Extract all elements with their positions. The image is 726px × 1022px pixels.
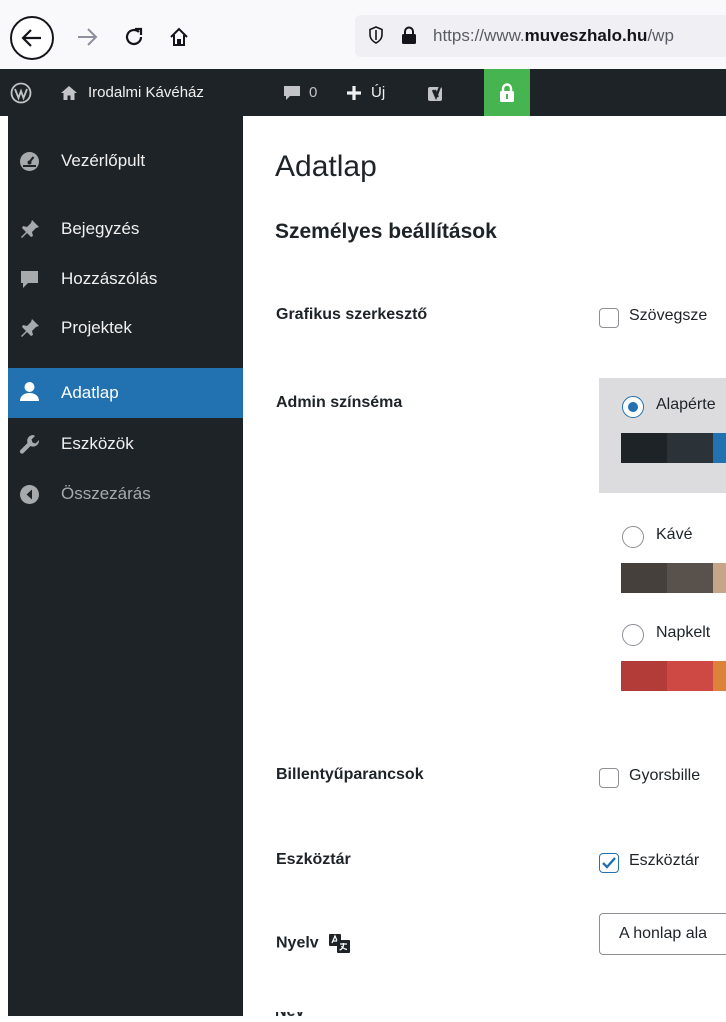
sidebar-item-profile[interactable]: Adatlap [0, 368, 243, 418]
page-title: Adatlap [275, 150, 377, 183]
pin-icon [19, 318, 40, 339]
home-icon [170, 27, 188, 46]
toolbar-option: Eszköztár [629, 852, 700, 869]
dashboard-icon [19, 151, 40, 172]
arrow-left-icon [21, 29, 41, 47]
yoast-seo-menu[interactable] [427, 69, 449, 116]
wordpress-icon [10, 82, 32, 103]
scheme-radio[interactable] [622, 624, 644, 646]
profile-page: Adatlap Személyes beállítások Grafikus s… [243, 116, 726, 1021]
swatch [667, 433, 713, 463]
lock-icon[interactable] [401, 26, 417, 44]
scheme-name: Napkelt [656, 624, 711, 641]
reload-button[interactable] [119, 22, 149, 52]
url-text: https://www.muveszhalo.hu/wp [433, 26, 674, 45]
language-select[interactable]: A honlap ala [599, 913, 726, 955]
shield-icon[interactable] [369, 26, 383, 44]
window-frame-left [0, 116, 8, 1021]
browser-toolbar: https://www.muveszhalo.hu/wp [0, 0, 726, 70]
sidebar-item-dashboard[interactable]: Vezérlőpult [0, 138, 243, 184]
keyboard-shortcuts-checkbox[interactable] [599, 768, 619, 788]
sidebar-item-posts[interactable]: Bejegyzés [0, 206, 243, 252]
pin-icon [19, 219, 40, 240]
wrench-icon [19, 434, 40, 455]
visual-editor-option: Szövegsze [629, 307, 708, 324]
comment-icon [19, 269, 40, 290]
new-label: Új [371, 84, 386, 101]
swatch [713, 433, 726, 463]
back-button[interactable] [10, 16, 54, 60]
sidebar-item-label: Összezárás [61, 484, 151, 503]
toolbar-checkbox[interactable] [599, 853, 619, 873]
sidebar-item-label: Bejegyzés [61, 219, 140, 238]
scheme-swatches [621, 433, 726, 463]
sidebar-item-label: Hozzászólás [61, 269, 158, 288]
color-scheme-label: Admin színséma [276, 394, 403, 411]
user-icon [19, 381, 40, 402]
forward-button[interactable] [72, 22, 102, 52]
color-scheme-option-default[interactable]: Alapérte [599, 378, 726, 493]
toolbar-label: Eszköztár [276, 851, 351, 868]
plus-icon [347, 85, 361, 100]
new-content-link[interactable]: Új [346, 69, 385, 116]
visual-editor-checkbox[interactable] [599, 308, 619, 328]
security-lock-button[interactable] [484, 69, 530, 116]
keyboard-shortcuts-option: Gyorsbille [629, 767, 701, 784]
language-label-row: Nyelv [276, 934, 351, 953]
swatch [621, 563, 667, 593]
checkmark-icon [602, 857, 616, 869]
site-name: Irodalmi Kávéház [88, 84, 204, 101]
sidebar-item-label: Eszközök [61, 434, 134, 453]
yoast-icon [428, 83, 443, 101]
lock-icon [500, 82, 514, 102]
site-name-link[interactable]: Irodalmi Kávéház [60, 69, 204, 116]
scheme-radio[interactable] [622, 526, 644, 548]
window-frame-bottom [0, 1016, 726, 1021]
translate-icon [329, 934, 351, 953]
swatch [621, 661, 667, 691]
scheme-swatches [621, 661, 726, 691]
swatch [713, 563, 726, 593]
swatch [667, 563, 713, 593]
scheme-radio[interactable] [622, 396, 644, 418]
color-scheme-option-sunrise[interactable]: Napkelt [599, 606, 726, 721]
reload-icon [125, 27, 143, 46]
arrow-right-icon [78, 28, 98, 46]
sidebar-item-label: Projektek [61, 318, 132, 337]
sidebar-item-projects[interactable]: Projektek [0, 305, 243, 351]
collapse-icon [19, 484, 40, 505]
sidebar-item-tools[interactable]: Eszközök [0, 421, 243, 467]
admin-sidebar: Vezérlőpult Bejegyzés Hozzászólás Projek… [0, 116, 243, 1021]
scheme-name: Alapérte [656, 396, 716, 413]
home-icon [61, 85, 77, 100]
swatch [621, 433, 667, 463]
sidebar-item-label: Vezérlőpult [61, 151, 146, 170]
wordpress-logo-button[interactable] [10, 69, 32, 116]
url-bar[interactable]: https://www.muveszhalo.hu/wp [355, 15, 726, 57]
section-title: Személyes beállítások [275, 220, 497, 243]
scheme-swatches [621, 563, 726, 593]
swatch [713, 661, 726, 691]
comments-link[interactable]: 0 [283, 69, 317, 116]
visual-editor-label: Grafikus szerkesztő [276, 306, 428, 323]
home-button[interactable] [164, 22, 194, 52]
comments-count: 0 [309, 84, 318, 101]
keyboard-shortcuts-label: Billentyűparancsok [276, 766, 424, 783]
sidebar-item-comments[interactable]: Hozzászólás [0, 256, 243, 302]
comment-icon [284, 85, 300, 100]
scheme-name: Kávé [656, 526, 693, 543]
sidebar-collapse-button[interactable]: Összezárás [0, 471, 243, 517]
sidebar-item-label: Adatlap [61, 383, 119, 402]
wp-admin-bar: Irodalmi Kávéház 0 Új [0, 69, 726, 116]
swatch [667, 661, 713, 691]
language-label: Nyelv [276, 934, 319, 952]
